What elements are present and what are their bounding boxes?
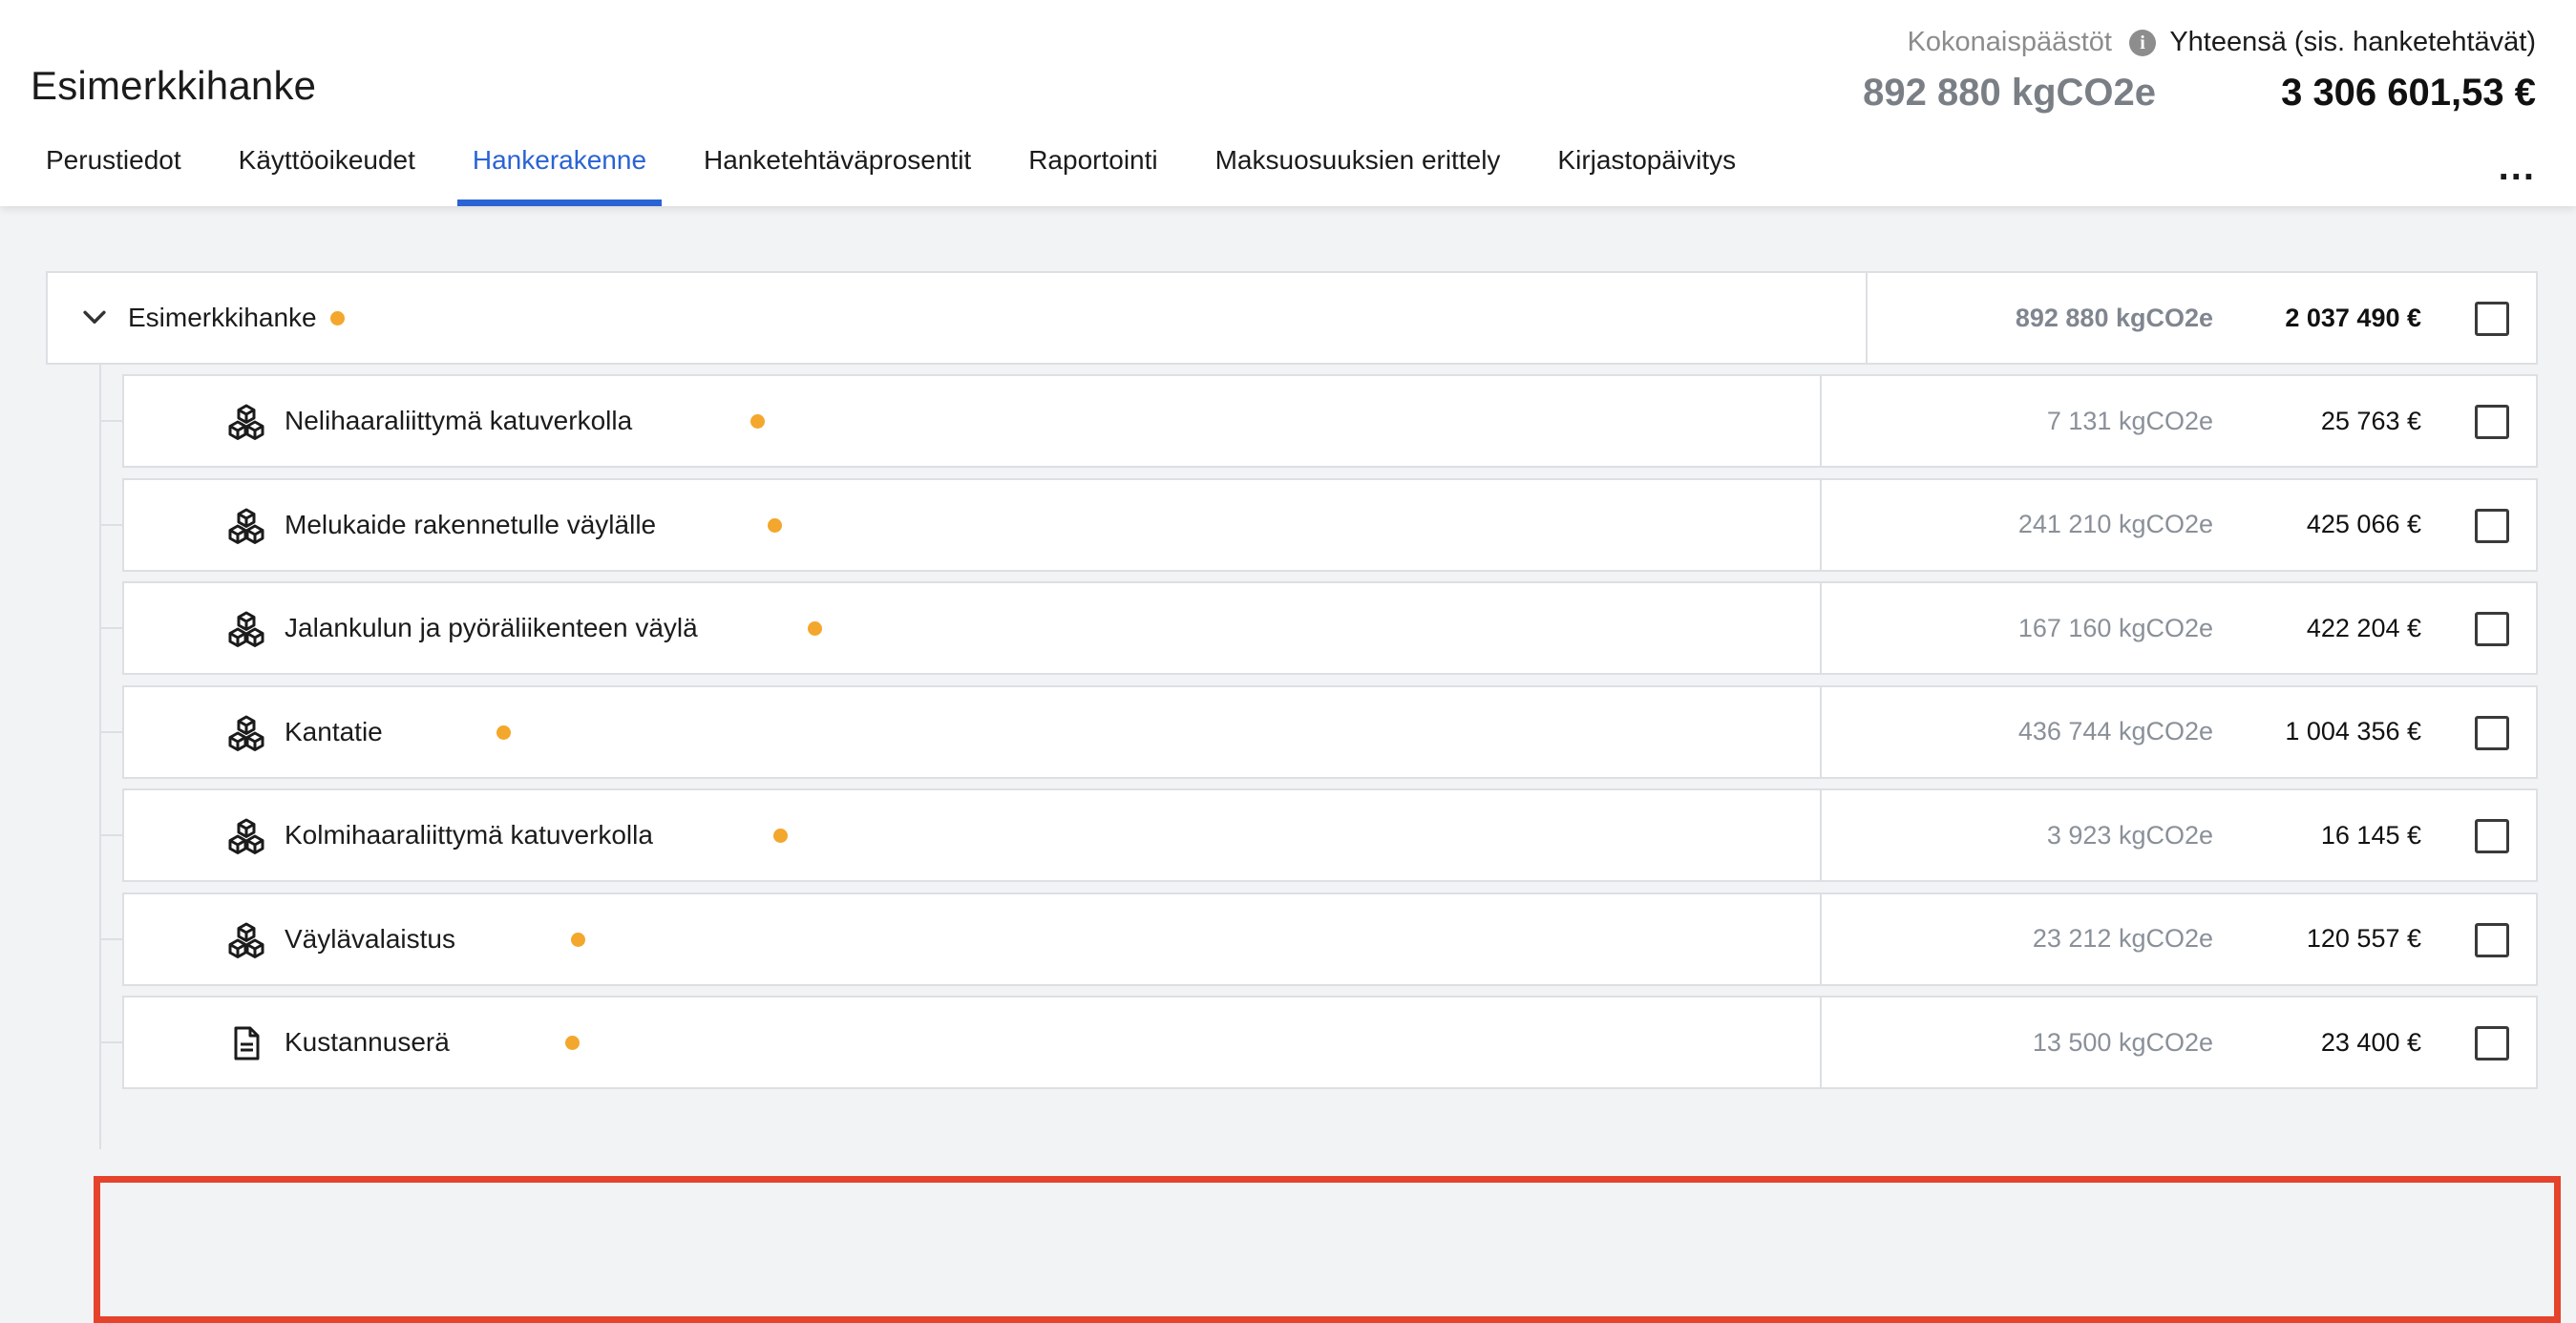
tree-child-label: Kantatie	[285, 716, 383, 746]
tab-hanketehtavaprosentit[interactable]: Hanketehtäväprosentit	[688, 132, 986, 206]
root-emissions: 892 880 kgCO2e	[2015, 303, 2213, 332]
child-emissions: 167 160 kgCO2e	[2017, 613, 2213, 642]
total-value: 3 306 601,53 €	[2281, 72, 2536, 114]
total-cost-summary: Yhteensä (sis. hanketehtävät) 3 306 601,…	[2169, 27, 2536, 115]
emissions-label: Kokonaispäästöt	[1907, 27, 2112, 57]
blocks-icon	[227, 507, 265, 545]
blocks-icon	[227, 921, 265, 959]
blocks-icon	[227, 610, 265, 648]
tree-child-row[interactable]: Melukaide rakennetulle väylälle 241 210 k…	[122, 477, 2538, 572]
tree-child-label: Kustannuserä	[285, 1027, 450, 1057]
tab-kayttooikeudet[interactable]: Käyttöoikeudet	[223, 132, 431, 206]
tree-child-label: Jalankulun ja pyöräliikenteen väylä	[285, 613, 698, 642]
status-dot	[330, 311, 345, 326]
tree-connector	[99, 365, 101, 1149]
status-dot	[571, 932, 585, 947]
emissions-value: 892 880 kgCO2e	[1863, 72, 2156, 114]
blocks-icon	[227, 817, 265, 855]
child-emissions: 13 500 kgCO2e	[2032, 1027, 2213, 1057]
child-checkbox[interactable]	[2475, 405, 2509, 439]
tab-hankerakenne[interactable]: Hankerakenne	[456, 132, 663, 206]
tab-maksuosuuksien-erittely[interactable]: Maksuosuuksien erittely	[1200, 132, 1516, 206]
child-cost: 1 004 356 €	[2285, 717, 2421, 746]
project-structure-tree: Esimerkkihanke 892 880 kgCO2e 2 037 490 …	[0, 206, 2576, 1323]
highlight-annotation	[94, 1176, 2561, 1323]
tree-connector	[99, 523, 122, 526]
tree-child-row[interactable]: Kustannuserä 13 500 kgCO2e 23 400 €	[122, 996, 2538, 1089]
tree-child-row[interactable]: Kolmihaaraliittymä katuverkolla 3 923 kgC…	[122, 788, 2538, 882]
status-dot	[496, 724, 511, 740]
tab-bar: Perustiedot Käyttöoikeudet Hankerakenne …	[31, 132, 1778, 206]
tree-connector	[99, 420, 122, 422]
tree-child-row[interactable]: Kantatie 436 744 kgCO2e 1 004 356 €	[122, 684, 2538, 779]
page-title: Esimerkkihanke	[31, 63, 317, 108]
info-icon[interactable]: i	[2129, 29, 2156, 56]
child-emissions: 3 923 kgCO2e	[2046, 820, 2213, 850]
tree-child-label: Kolmihaaraliittymä katuverkolla	[285, 820, 653, 850]
document-icon	[227, 1024, 265, 1062]
child-emissions: 23 212 kgCO2e	[2032, 924, 2213, 953]
tree-child-label: Väylävalaistus	[285, 923, 455, 954]
more-options-button[interactable]: ...	[2499, 148, 2536, 186]
tree-child-label: Melukaide rakennetulle väylälle	[285, 509, 657, 539]
tree-root-label: Esimerkkihanke	[128, 303, 317, 332]
child-emissions: 7 131 kgCO2e	[2046, 406, 2213, 435]
column-divider	[1820, 583, 1822, 673]
tree-child-label: Nelihaaraliittymä katuverkolla	[285, 406, 633, 435]
column-divider	[1866, 273, 1868, 363]
child-cost: 16 145 €	[2320, 820, 2421, 850]
child-checkbox[interactable]	[2475, 508, 2509, 543]
tree-child-row[interactable]: Jalankulun ja pyöräliikenteen väylä 167 1…	[122, 581, 2538, 675]
tab-raportointi[interactable]: Raportointi	[1013, 132, 1172, 206]
status-dot	[808, 621, 822, 636]
tree-connector	[99, 834, 122, 836]
column-divider	[1820, 790, 1822, 880]
status-dot	[773, 829, 788, 843]
tab-kirjastopaivitys[interactable]: Kirjastopäivitys	[1542, 132, 1751, 206]
child-checkbox[interactable]	[2475, 715, 2509, 750]
blocks-icon	[227, 714, 265, 752]
tree-child-row[interactable]: Nelihaaraliittymä katuverkolla 7 131 kgCO…	[122, 374, 2538, 468]
status-dot	[768, 517, 782, 533]
column-divider	[1820, 893, 1822, 984]
root-checkbox[interactable]	[2475, 302, 2509, 336]
child-emissions: 241 210 kgCO2e	[2017, 510, 2213, 538]
child-cost: 425 066 €	[2306, 510, 2421, 538]
column-divider	[1820, 376, 1822, 466]
child-checkbox[interactable]	[2475, 819, 2509, 853]
total-label: Yhteensä (sis. hanketehtävät)	[2169, 27, 2536, 57]
tree-connector	[99, 627, 122, 629]
child-emissions: 436 744 kgCO2e	[2017, 717, 2213, 746]
child-checkbox[interactable]	[2475, 922, 2509, 957]
page-header: Esimerkkihanke Kokonaispäästöt i 892 880…	[0, 0, 2576, 206]
emissions-label-row: Kokonaispäästöt i	[1863, 27, 2156, 58]
child-checkbox[interactable]	[2475, 1026, 2509, 1060]
status-dot	[565, 1036, 580, 1050]
child-cost: 25 763 €	[2320, 406, 2421, 435]
tree-root-row[interactable]: Esimerkkihanke 892 880 kgCO2e 2 037 490 …	[46, 271, 2538, 365]
blocks-icon	[227, 403, 265, 441]
child-cost: 23 400 €	[2320, 1027, 2421, 1057]
tree-connector	[99, 1041, 122, 1043]
column-divider	[1820, 998, 1822, 1087]
tree-connector	[99, 937, 122, 940]
column-divider	[1820, 686, 1822, 777]
tree-connector	[99, 730, 122, 733]
child-cost: 422 204 €	[2306, 613, 2421, 642]
chevron-down-icon[interactable]	[78, 302, 111, 334]
child-cost: 120 557 €	[2306, 924, 2421, 953]
root-cost: 2 037 490 €	[2285, 303, 2421, 332]
status-dot	[750, 414, 765, 429]
tab-perustiedot[interactable]: Perustiedot	[31, 132, 197, 206]
tree-child-row[interactable]: Väylävalaistus 23 212 kgCO2e 120 557 €	[122, 892, 2538, 986]
total-emissions-summary: Kokonaispäästöt i 892 880 kgCO2e	[1863, 27, 2156, 115]
column-divider	[1820, 479, 1822, 570]
child-checkbox[interactable]	[2475, 612, 2509, 646]
